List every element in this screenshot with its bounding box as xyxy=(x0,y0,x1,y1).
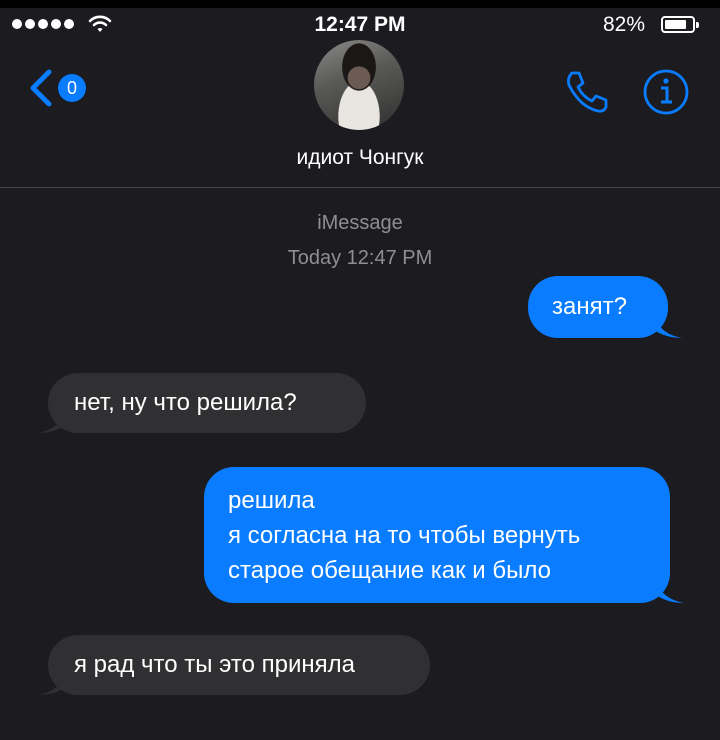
message-line: я согласна на то чтобы вернуть xyxy=(228,522,581,549)
battery-fill xyxy=(665,20,686,29)
incoming-message-bubble[interactable]: нет, ну что решила? xyxy=(48,373,366,433)
top-edge xyxy=(0,0,720,8)
bubble-tail xyxy=(654,316,682,338)
chevron-left-icon xyxy=(30,69,52,107)
contact-name[interactable]: идиот Чонгук xyxy=(0,146,720,170)
message-text: нет, ну что решила? xyxy=(74,389,297,416)
header-divider xyxy=(0,187,720,188)
contact-avatar[interactable] xyxy=(314,40,404,130)
info-icon[interactable] xyxy=(642,68,690,116)
message-text: занят? xyxy=(552,293,627,320)
outgoing-message-bubble[interactable]: занят? xyxy=(528,276,668,338)
battery-icon xyxy=(661,16,699,33)
unread-count-badge: 0 xyxy=(58,74,86,102)
bubble-tail xyxy=(656,581,684,603)
message-text: я рад что ты это приняла xyxy=(74,651,355,678)
message-timestamp: Today 12:47 PM xyxy=(287,247,433,269)
message-line: решила xyxy=(228,487,315,514)
phone-call-icon[interactable] xyxy=(563,68,611,116)
outgoing-message-bubble[interactable]: решила я согласна на то чтобы вернуть ст… xyxy=(204,467,670,603)
battery-percent: 82% xyxy=(603,13,646,36)
message-line: старое обещание как и было xyxy=(228,557,551,584)
service-label: iMessage xyxy=(317,212,403,234)
status-bar: 12:47 PM 82% xyxy=(0,8,720,42)
back-button[interactable]: 0 xyxy=(28,67,90,109)
incoming-message-bubble[interactable]: я рад что ты это приняла xyxy=(48,635,430,695)
